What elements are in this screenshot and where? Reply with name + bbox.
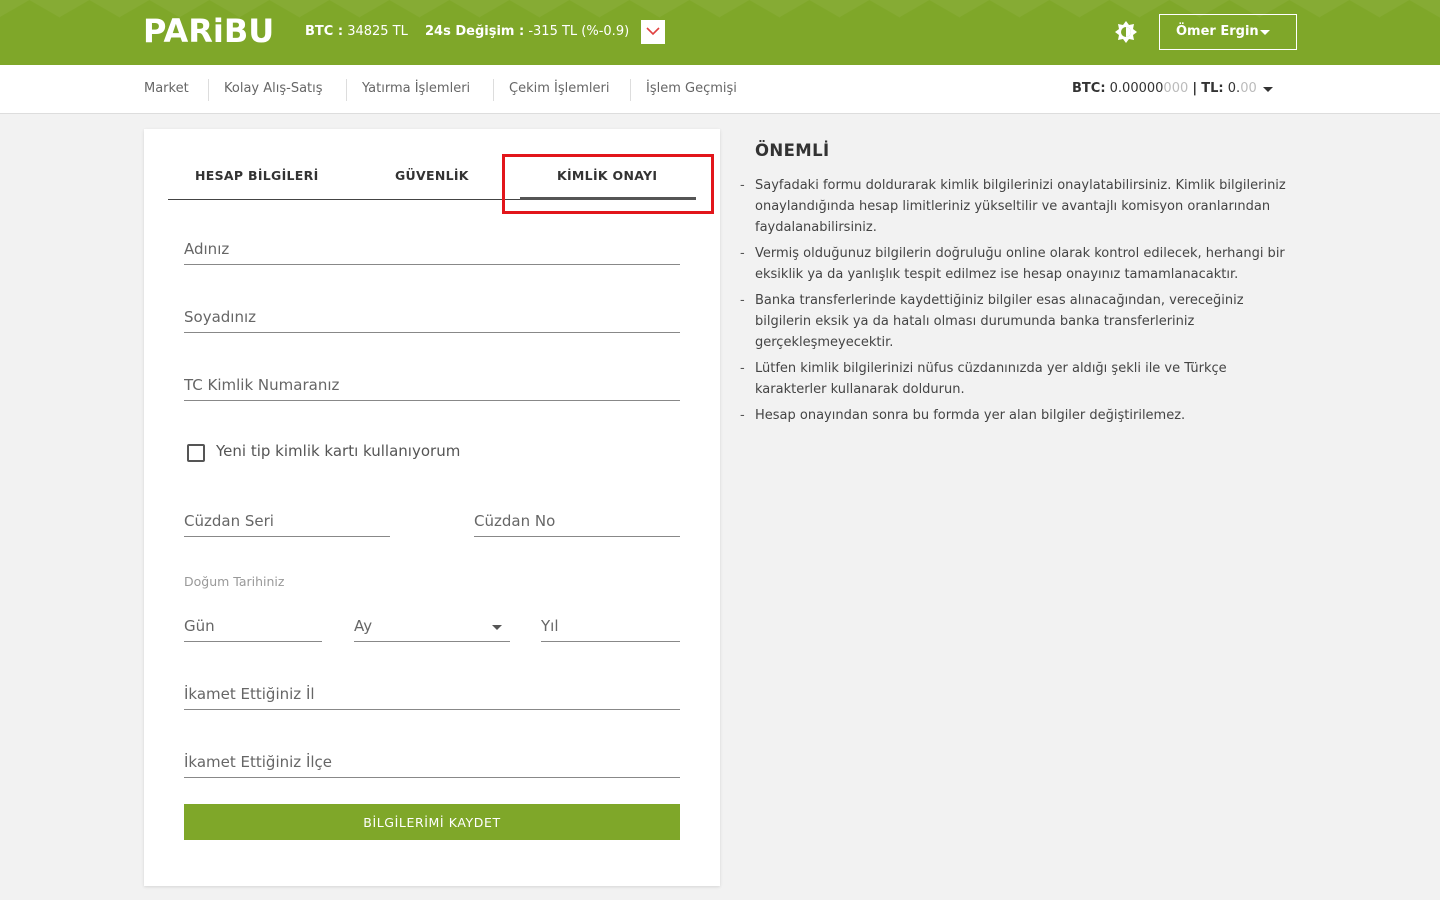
user-menu-button[interactable]: Ömer Ergin <box>1159 14 1297 50</box>
last-name-field <box>184 297 680 333</box>
first-name-field <box>184 229 680 265</box>
new-id-card-checkbox[interactable] <box>187 444 205 462</box>
balance-tl-value-muted: 00 <box>1240 81 1257 96</box>
residence-city-input[interactable] <box>184 674 680 709</box>
balance-tl-value: 0. <box>1227 81 1241 96</box>
tc-number-input[interactable] <box>184 365 680 400</box>
tc-number-field <box>184 365 680 401</box>
main-navigation: Market Kolay Alış-Satış Yatırma İşlemler… <box>0 65 1440 114</box>
tab-security[interactable]: GÜVENLİK <box>395 167 469 185</box>
nav-divider <box>630 79 631 101</box>
last-name-input[interactable] <box>184 297 680 332</box>
balance-btc-value: 0.00000 <box>1109 81 1164 96</box>
account-settings-card: HESAP BİLGİLERİ GÜVENLİK KİMLİK ONAYI Ye… <box>144 129 720 886</box>
wallet-serial-field <box>184 501 390 537</box>
birth-month-input[interactable] <box>354 606 510 641</box>
tab-account-info[interactable]: HESAP BİLGİLERİ <box>195 167 319 185</box>
wallet-number-input[interactable] <box>474 501 680 536</box>
balance-summary[interactable]: BTC: 0.00000000 | TL: 0.00 <box>1072 80 1257 98</box>
nav-item-easy-trade[interactable]: Kolay Alış-Satış <box>224 80 323 98</box>
birth-day-input[interactable] <box>184 606 322 641</box>
nav-item-deposits[interactable]: Yatırma İşlemleri <box>362 80 470 98</box>
nav-divider <box>208 79 209 101</box>
brightness-icon <box>1115 21 1137 43</box>
balance-tl-label: TL: <box>1201 81 1224 96</box>
daily-change-label: 24s Değişim : <box>425 24 525 39</box>
top-header: PARiBU BTC : 34825 TL 24s Değişim : -315… <box>0 0 1440 65</box>
daily-change-ticker: 24s Değişim : -315 TL (%-0.9) <box>425 23 629 41</box>
birth-date-label: Doğum Tarihiniz <box>184 574 285 589</box>
list-item: Sayfadaki formu doldurarak kimlik bilgil… <box>740 175 1300 238</box>
important-notes-list: Sayfadaki formu doldurarak kimlik bilgil… <box>740 175 1300 431</box>
save-info-button[interactable]: BİLGİLERİMİ KAYDET <box>184 804 680 840</box>
first-name-input[interactable] <box>184 229 680 264</box>
active-tab-highlight <box>502 154 714 214</box>
new-id-card-checkbox-label[interactable]: Yeni tip kimlik kartı kullanıyorum <box>216 442 460 460</box>
birth-year-input[interactable] <box>541 606 680 641</box>
ticker-dropdown-button[interactable] <box>641 20 665 44</box>
residence-city-field <box>184 674 680 710</box>
paribu-logo[interactable]: PARiBU <box>143 12 274 50</box>
balance-separator: | <box>1192 81 1198 96</box>
important-title: ÖNEMLİ <box>755 141 830 160</box>
list-item: Lütfen kimlik bilgilerinizi nüfus cüzdan… <box>740 358 1300 400</box>
balance-btc-value-muted: 000 <box>1163 81 1189 96</box>
btc-price-label: BTC : <box>305 24 344 39</box>
birth-month-select[interactable] <box>354 606 510 642</box>
caret-down-icon <box>492 625 502 630</box>
list-item: Banka transferlerinde kaydettiğiniz bilg… <box>740 290 1300 353</box>
nav-divider <box>346 79 347 101</box>
residence-district-input[interactable] <box>184 742 680 777</box>
residence-district-field <box>184 742 680 778</box>
nav-item-withdrawals[interactable]: Çekim İşlemleri <box>509 80 609 98</box>
nav-divider <box>493 79 494 101</box>
daily-change-value: -315 TL (%-0.9) <box>528 24 630 39</box>
chevron-down-icon <box>646 27 660 36</box>
balance-btc-label: BTC: <box>1072 81 1106 96</box>
btc-price-ticker: BTC : 34825 TL <box>305 23 408 41</box>
birth-year-field <box>541 606 680 642</box>
theme-toggle-button[interactable] <box>1114 20 1138 44</box>
wallet-serial-input[interactable] <box>184 501 390 536</box>
btc-price-value: 34825 TL <box>347 24 408 39</box>
nav-item-market[interactable]: Market <box>144 80 189 98</box>
caret-down-icon <box>1260 30 1270 35</box>
wallet-number-field <box>474 501 680 537</box>
nav-item-history[interactable]: İşlem Geçmişi <box>646 80 737 98</box>
birth-day-field <box>184 606 322 642</box>
list-item: Hesap onayından sonra bu formda yer alan… <box>740 405 1300 426</box>
list-item: Vermiş olduğunuz bilgilerin doğruluğu on… <box>740 243 1300 285</box>
balance-caret-down-icon[interactable] <box>1263 87 1273 92</box>
user-name: Ömer Ergin <box>1176 24 1259 39</box>
